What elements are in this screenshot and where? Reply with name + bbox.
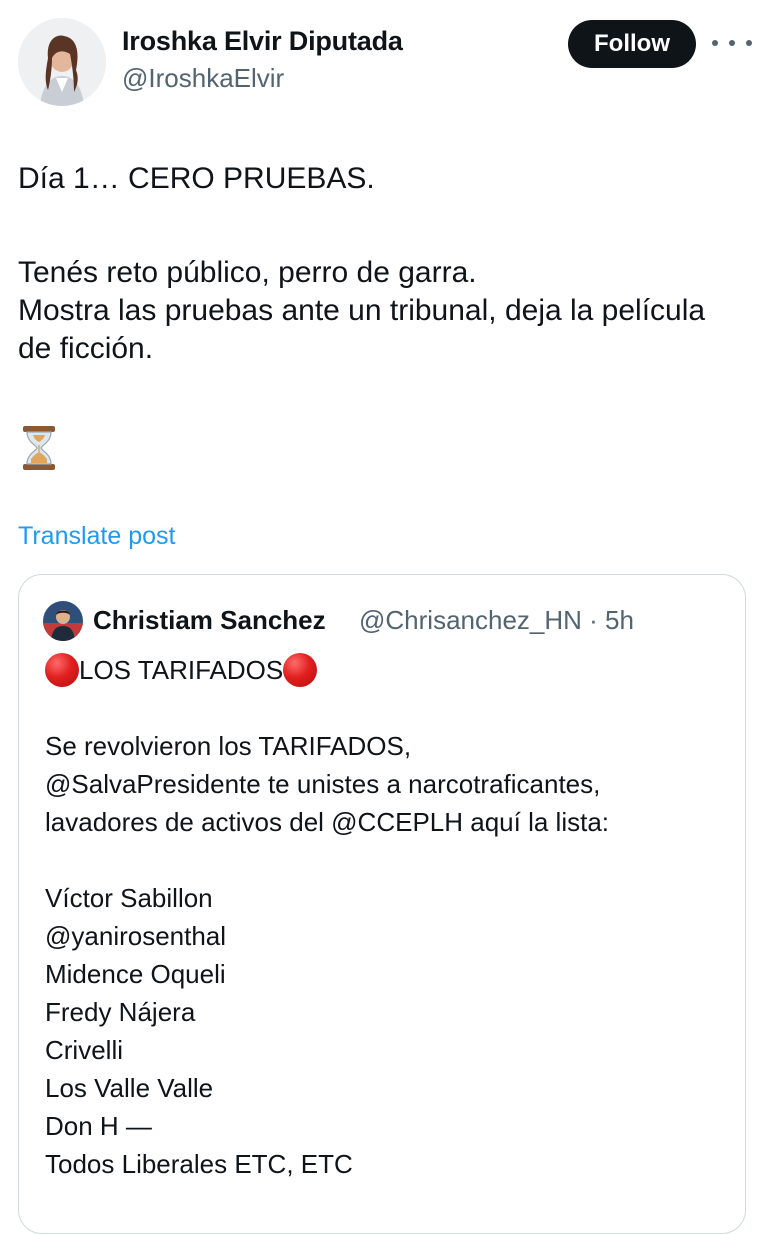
quoted-post[interactable]: Christiam Sanchez @Chrisanchez_HN · 5h L… xyxy=(18,574,746,1234)
dot xyxy=(712,40,718,46)
translate-post-link[interactable]: Translate post xyxy=(18,522,175,551)
post-paragraph-2: Tenés reto público, perro de garra. Most… xyxy=(18,256,706,365)
more-options-icon[interactable] xyxy=(712,28,752,58)
dot xyxy=(729,40,735,46)
author-avatar[interactable] xyxy=(18,18,106,106)
red-circle-icon xyxy=(45,653,79,687)
author-handle[interactable]: @IroshkaElvir xyxy=(122,63,284,94)
quoted-author-avatar[interactable] xyxy=(43,601,83,641)
list-item: Midence Oqueli xyxy=(45,959,226,989)
list-item: Crivelli xyxy=(45,1035,123,1065)
quoted-paragraph: Se revolvieron los TARIFADOS, @SalvaPres… xyxy=(45,731,610,837)
dot xyxy=(746,40,752,46)
list-item: Fredy Nájera xyxy=(45,997,196,1027)
quoted-author-handle-time[interactable]: @Chrisanchez_HN · 5h xyxy=(359,605,634,636)
quoted-body: Se revolvieron los TARIFADOS, @SalvaPres… xyxy=(45,727,725,1183)
quoted-title-text: LOS TARIFADOS xyxy=(79,654,284,685)
list-item: Todos Liberales ETC, ETC xyxy=(45,1149,353,1179)
list-item: Los Valle Valle xyxy=(45,1073,214,1103)
hourglass-icon xyxy=(22,425,56,471)
list-item: Víctor Sabillon xyxy=(45,883,213,913)
author-name[interactable]: Iroshka Elvir Diputada xyxy=(122,26,403,57)
post-line-1: Día 1… CERO PRUEBAS. xyxy=(18,162,375,195)
list-item: @yanirosenthal xyxy=(45,921,227,951)
quoted-author-name[interactable]: Christiam Sanchez xyxy=(93,605,326,636)
follow-button[interactable]: Follow xyxy=(568,20,696,68)
red-circle-icon xyxy=(283,653,318,687)
post-header: Iroshka Elvir Diputada @IroshkaElvir Fol… xyxy=(0,0,765,110)
quoted-name-list: Víctor Sabillon @yanirosenthal Midence O… xyxy=(45,879,725,1183)
list-item: Don H — xyxy=(45,1111,152,1141)
quoted-title: LOS TARIFADOS xyxy=(45,653,318,687)
